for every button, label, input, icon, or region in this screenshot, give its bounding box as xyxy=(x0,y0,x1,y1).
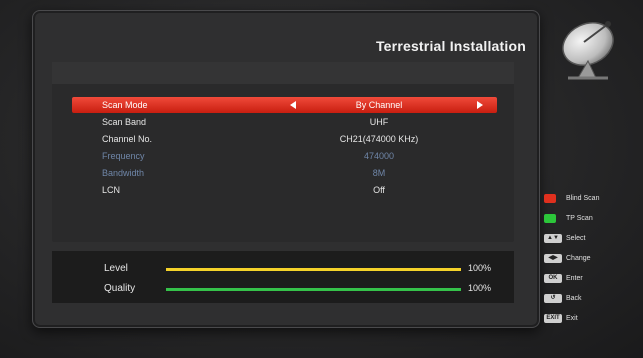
setting-row-scan-band[interactable]: Scan Band UHF xyxy=(72,114,497,130)
signal-level-row: Level 100% xyxy=(52,259,514,279)
legend-blind-scan[interactable]: Blind Scan xyxy=(544,192,640,212)
signal-quality-percent: 100% xyxy=(468,283,492,293)
page-title: Terrestrial Installation xyxy=(375,38,526,54)
legend-label: Back xyxy=(566,295,582,302)
setting-label: Frequency xyxy=(102,151,145,161)
key-legend: Blind Scan TP Scan ▲▼ Select ◀▶ Change O… xyxy=(544,192,640,332)
legend-exit: EXIT Exit xyxy=(544,312,640,332)
legend-label: Enter xyxy=(566,275,583,282)
setting-value: By Channel xyxy=(355,100,403,110)
legend-change: ◀▶ Change xyxy=(544,252,640,272)
setting-row-bandwidth: Bandwidth 8M xyxy=(72,165,497,181)
signal-level-fill xyxy=(166,268,461,271)
signal-quality-row: Quality 100% xyxy=(52,279,514,299)
signal-level-bar xyxy=(166,268,461,271)
signal-panel: Level 100% Quality 100% xyxy=(52,251,514,303)
setting-value: Off xyxy=(373,185,385,195)
legend-back: ↺ Back xyxy=(544,292,640,312)
setting-label: Bandwidth xyxy=(102,168,145,178)
green-key-icon xyxy=(544,214,556,223)
setting-row-channel-no[interactable]: Channel No. CH21(474000 KHz) xyxy=(72,131,497,147)
legend-tp-scan[interactable]: TP Scan xyxy=(544,212,640,232)
legend-select: ▲▼ Select xyxy=(544,232,640,252)
setting-label: LCN xyxy=(102,185,121,195)
settings-panel-header xyxy=(52,62,514,84)
setting-value: CH21(474000 KHz) xyxy=(339,134,419,144)
legend-label: Change xyxy=(566,255,591,262)
setting-label: Scan Band xyxy=(102,117,147,127)
setting-value: 8M xyxy=(372,168,386,178)
setting-label: Scan Mode xyxy=(102,100,148,110)
satellite-dish-icon xyxy=(538,6,638,106)
setting-row-frequency: Frequency 474000 xyxy=(72,148,497,164)
left-right-key-icon: ◀▶ xyxy=(544,254,562,263)
signal-level-label: Level xyxy=(104,263,128,274)
signal-quality-label: Quality xyxy=(104,283,136,294)
legend-label: Exit xyxy=(566,315,578,322)
setting-label: Channel No. xyxy=(102,134,153,144)
signal-quality-bar xyxy=(166,288,461,291)
back-key-icon: ↺ xyxy=(544,294,562,303)
legend-label: TP Scan xyxy=(566,215,593,222)
legend-enter: OK Enter xyxy=(544,272,640,292)
up-down-key-icon: ▲▼ xyxy=(544,234,562,243)
red-key-icon xyxy=(544,194,556,203)
legend-label: Select xyxy=(566,235,586,242)
title-bar: Terrestrial Installation xyxy=(32,10,538,70)
setting-row-scan-mode[interactable]: Scan Mode By Channel xyxy=(72,97,497,113)
right-arrow-icon[interactable] xyxy=(477,101,483,109)
ok-key-icon: OK xyxy=(544,274,562,283)
setting-value: UHF xyxy=(369,117,389,127)
signal-quality-fill xyxy=(166,288,461,291)
signal-level-percent: 100% xyxy=(468,263,492,273)
exit-key-icon: EXIT xyxy=(544,314,562,323)
legend-label: Blind Scan xyxy=(566,195,600,202)
setting-row-lcn[interactable]: LCN Off xyxy=(72,182,497,198)
setting-value: 474000 xyxy=(363,151,395,161)
